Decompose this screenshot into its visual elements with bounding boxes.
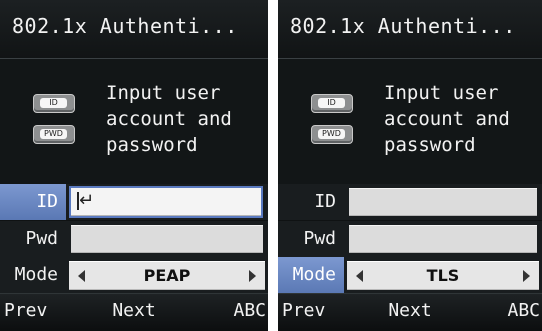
instruction-line: Input user — [106, 82, 221, 104]
id-row[interactable]: ID — [278, 184, 542, 220]
instruction-line: Input user — [384, 82, 499, 104]
password-input[interactable] — [71, 225, 263, 253]
password-row[interactable]: Pwd — [0, 221, 268, 257]
softkey-bar: Prev Next ABC — [0, 293, 268, 331]
instruction-line: account and — [106, 108, 232, 130]
instruction-text: Input user account and password — [384, 80, 510, 158]
id-input[interactable] — [349, 188, 537, 216]
id-label-text: ID — [36, 191, 58, 212]
pwd-label-text: Pwd — [25, 228, 58, 249]
mode-label: Mode — [0, 257, 66, 294]
id-badge-label: ID — [318, 98, 345, 108]
mode-row[interactable]: Mode PEAP — [0, 257, 268, 294]
input-mode-softkey[interactable]: ABC — [507, 300, 540, 321]
id-badge-label: ID — [40, 98, 67, 108]
screen-title: 802.1x Authenti... — [290, 14, 516, 38]
instruction-line: password — [384, 134, 476, 156]
pwd-badge-label: PWD — [318, 129, 345, 139]
id-card-icon: ID — [311, 94, 353, 113]
mode-row[interactable]: Mode TLS — [278, 257, 542, 294]
triangle-right-icon[interactable] — [523, 270, 530, 282]
mode-selector[interactable]: TLS — [347, 261, 539, 290]
instruction-area: ID PWD Input user account and password — [278, 59, 542, 184]
password-input[interactable] — [349, 225, 537, 253]
mode-label: Mode — [278, 257, 344, 294]
next-softkey[interactable]: Next — [278, 300, 542, 321]
triangle-right-icon[interactable] — [249, 270, 256, 282]
mode-label-text: Mode — [292, 264, 336, 285]
instruction-line: password — [106, 134, 198, 156]
pwd-label: Pwd — [0, 221, 66, 257]
title-bar: 802.1x Authenti... — [278, 0, 542, 59]
id-input[interactable]: ↵ — [69, 186, 263, 218]
id-card-icon: ID — [33, 94, 75, 113]
screen-title: 802.1x Authenti... — [12, 14, 238, 38]
mode-label-text: Mode — [14, 264, 58, 285]
id-label: ID — [0, 184, 66, 220]
instruction-area: ID PWD Input user account and password — [0, 59, 268, 184]
instruction-text: Input user account and password — [106, 80, 232, 158]
mode-selector[interactable]: PEAP — [69, 261, 265, 290]
id-label: ID — [278, 184, 344, 220]
title-bar: 802.1x Authenti... — [0, 0, 268, 59]
enter-return-icon: ↵ — [79, 190, 95, 211]
softkey-bar: Prev Next ABC — [278, 293, 542, 331]
id-label-text: ID — [314, 191, 336, 212]
password-card-icon: PWD — [311, 125, 353, 144]
pwd-label-text: Pwd — [303, 228, 336, 249]
pwd-badge-label: PWD — [40, 129, 67, 139]
password-row[interactable]: Pwd — [278, 221, 542, 257]
password-card-icon: PWD — [33, 125, 75, 144]
mode-value: TLS — [426, 266, 460, 285]
mode-value: PEAP — [143, 266, 191, 285]
instruction-line: account and — [384, 108, 510, 130]
next-softkey[interactable]: Next — [0, 300, 268, 321]
pwd-label: Pwd — [278, 221, 344, 257]
id-row[interactable]: ID ↵ — [0, 184, 268, 220]
input-mode-softkey[interactable]: ABC — [233, 300, 266, 321]
phone-screen-right: 802.1x Authenti... ID PWD Input user acc… — [278, 0, 542, 331]
phone-screen-left: 802.1x Authenti... ID PWD Input user acc… — [0, 0, 268, 331]
